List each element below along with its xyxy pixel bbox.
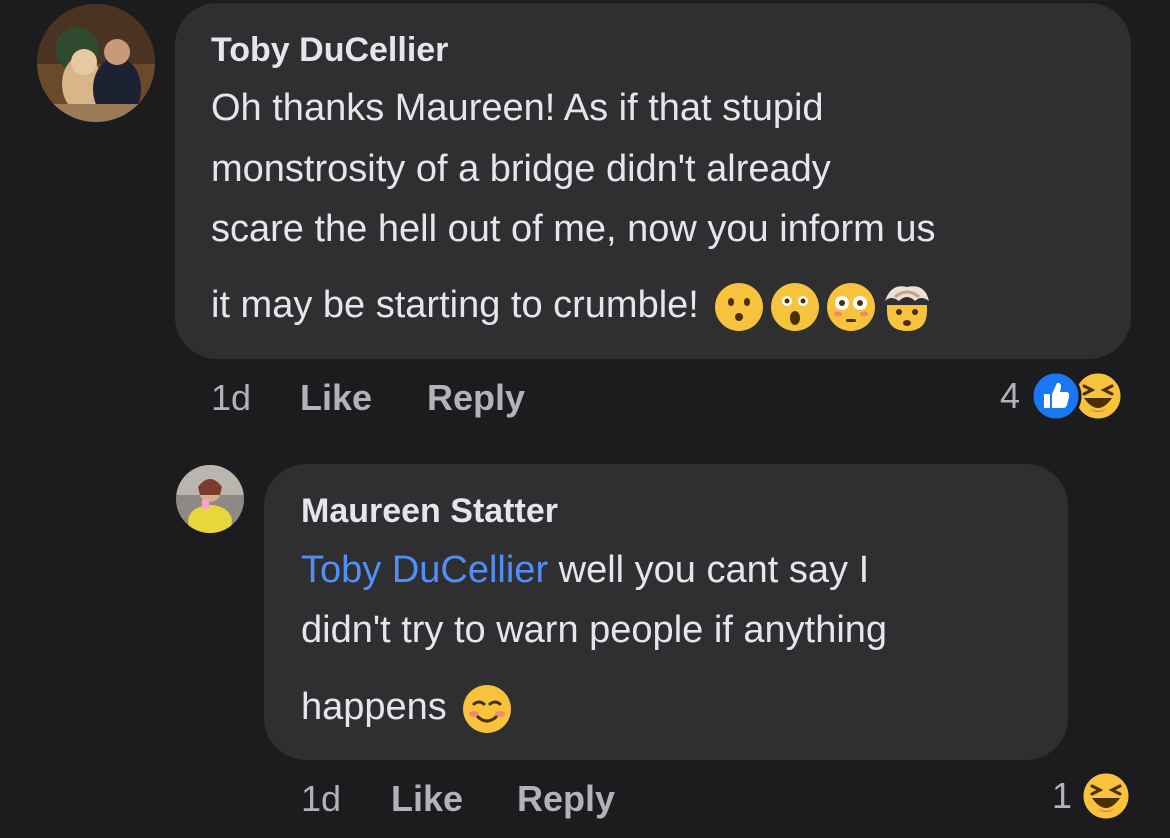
mention-link[interactable]: Toby DuCellier [301, 549, 548, 591]
reaction-summary[interactable]: 4 [1000, 370, 1124, 422]
comment-text-line: Oh thanks Maureen! As if that stupid [211, 87, 824, 129]
like-button[interactable]: Like [391, 778, 463, 820]
reply-bubble: Maureen Statter Toby DuCellier well you … [264, 464, 1068, 760]
comment-timestamp[interactable]: 1d [211, 377, 251, 419]
avatar-toby[interactable] [37, 4, 155, 122]
comment-author[interactable]: Toby DuCellier [211, 31, 448, 70]
haha-reaction-icon [1080, 770, 1132, 822]
exploding-head-emoji [881, 281, 933, 333]
comment-text-line: Toby DuCellier well you cant say I [301, 540, 869, 600]
avatar-maureen[interactable] [176, 465, 244, 533]
reply-button[interactable]: Reply [517, 778, 615, 820]
comment-text-last-line: happens [301, 677, 513, 737]
comment-text-last-line: it may be starting to crumble! [211, 275, 933, 335]
like-button[interactable]: Like [300, 377, 372, 419]
comment-timestamp[interactable]: 1d [301, 778, 341, 820]
flushed-face-emoji [825, 281, 877, 333]
comment-text-segment: well you cant say I [548, 549, 870, 591]
comment-actions: 1d Like Reply [301, 778, 661, 820]
comment-text-line: scare the hell out of me, now you inform… [211, 208, 936, 250]
comment-text-line: it may be starting to crumble! [211, 284, 699, 326]
reaction-summary[interactable]: 1 [1052, 770, 1132, 822]
comment-text-line: happens [301, 686, 447, 728]
comment-author[interactable]: Maureen Statter [301, 492, 558, 531]
smiling-face-emoji [461, 683, 513, 735]
hushed-face-emoji [713, 281, 765, 333]
comment-text-line: didn't try to warn people if anything [301, 609, 888, 651]
reaction-count: 4 [1000, 375, 1021, 416]
comment-actions: 1d Like Reply [211, 377, 571, 419]
comment-bubble: Toby DuCellier Oh thanks Maureen! As if … [175, 3, 1131, 359]
like-reaction-icon [1030, 370, 1082, 422]
comment-text-line: monstrosity of a bridge didn't already [211, 148, 831, 190]
reply-button[interactable]: Reply [427, 377, 525, 419]
reaction-count: 1 [1052, 775, 1073, 816]
astonished-face-emoji [769, 281, 821, 333]
